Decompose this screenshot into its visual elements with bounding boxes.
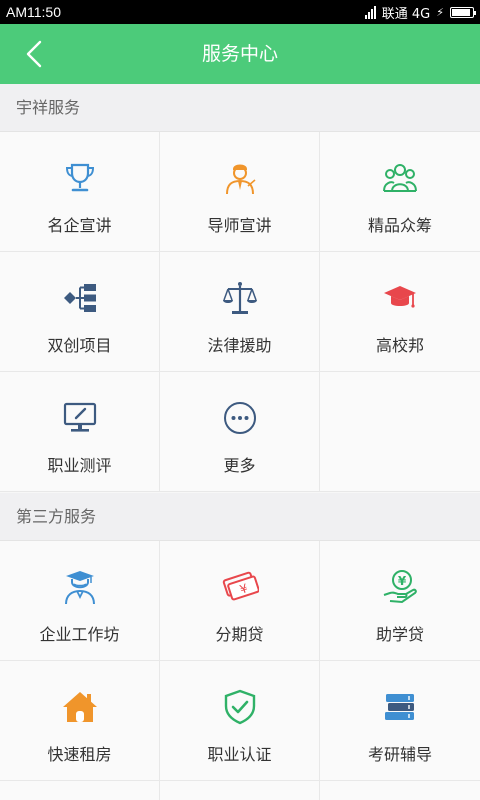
signal-icon (364, 5, 376, 19)
service-label: 法律援助 (207, 336, 272, 355)
shield-check-icon (220, 687, 260, 727)
service-item-falv-yuanzhu[interactable]: 法律援助 (160, 252, 320, 372)
service-item-daoshi-xuanjiang[interactable]: 导师宣讲 (160, 132, 320, 252)
service-item-kaoyan-fudao[interactable]: 考研辅导 (320, 661, 480, 781)
monitor-pen-icon (60, 398, 100, 438)
carrier-label: 联通 4G (381, 6, 431, 22)
page-title: 服务中心 (201, 43, 278, 65)
section-header-third-party: 第三方服务 (0, 493, 480, 541)
house-icon (60, 687, 100, 727)
service-item-shuangchuang-xiangmu[interactable]: 双创项目 (0, 252, 160, 372)
service-grid-third-party: 企业工作坊 ¥ 分期贷 ¥ 助学贷 快速租房 职业认证 考研辅导 (0, 541, 480, 800)
service-label: 考研辅导 (367, 745, 432, 764)
trophy-icon (60, 158, 100, 198)
service-label: 名企宣讲 (47, 216, 112, 235)
service-label: 更多 (223, 456, 256, 475)
service-item-qiye-gongzuofang[interactable]: 企业工作坊 (0, 541, 160, 661)
service-item-partial[interactable] (160, 781, 320, 800)
service-item-gaoxiaobang[interactable]: 高校邦 (320, 252, 480, 372)
battery-icon (450, 6, 476, 18)
money-icon: ¥ (220, 567, 260, 607)
battery-fill (452, 8, 470, 16)
mentor-icon (220, 158, 260, 198)
service-grid-yuxiang: 名企宣讲 导师宣讲 精品众筹 双创项目 法律援助 高校邦 职业测评 更多 (0, 132, 480, 492)
service-item-kuaisu-zufang[interactable]: 快速租房 (0, 661, 160, 781)
section-header-yuxiang: 宇祥服务 (0, 84, 480, 132)
svg-text:¥: ¥ (398, 574, 407, 588)
service-label: 分期贷 (215, 625, 264, 644)
service-label: 职业测评 (47, 456, 112, 475)
more-dots-icon (220, 398, 260, 438)
service-label: 助学贷 (375, 625, 424, 644)
status-right: 联通 4G ⚡ (364, 3, 476, 22)
service-label: 职业认证 (207, 745, 272, 764)
service-item-fenqidai[interactable]: ¥ 分期贷 (160, 541, 320, 661)
project-tree-icon (60, 278, 100, 318)
service-label: 快速租房 (47, 745, 112, 764)
service-item-zhiye-ceping[interactable]: 职业测评 (0, 372, 160, 492)
service-item-jingpin-zhongchou[interactable]: 精品众筹 (320, 132, 480, 252)
header-bar: 服务中心 (0, 24, 480, 84)
service-item-mingqi-xuanjiang[interactable]: 名企宣讲 (0, 132, 160, 252)
service-item-zhiye-renzheng[interactable]: 职业认证 (160, 661, 320, 781)
graduate-person-icon (60, 567, 100, 607)
service-item-partial[interactable] (320, 781, 480, 800)
service-item-partial[interactable] (0, 781, 160, 800)
status-time: AM11:50 (6, 4, 61, 20)
scales-icon (220, 278, 260, 318)
group-icon (380, 158, 420, 198)
service-label: 导师宣讲 (207, 216, 272, 235)
books-icon (380, 687, 420, 727)
service-label: 企业工作坊 (39, 625, 120, 644)
service-item-zhuxuedai[interactable]: ¥ 助学贷 (320, 541, 480, 661)
service-label: 高校邦 (375, 336, 424, 355)
empty-cell (320, 372, 480, 492)
status-bar: AM11:50 联通 4G ⚡ (0, 0, 480, 24)
service-label: 精品众筹 (367, 216, 432, 235)
graduation-cap-icon (380, 278, 420, 318)
service-label: 双创项目 (47, 336, 112, 355)
yuan-hand-icon: ¥ (380, 567, 420, 607)
charging-icon: ⚡ (436, 5, 444, 19)
service-item-gengduo[interactable]: 更多 (160, 372, 320, 492)
